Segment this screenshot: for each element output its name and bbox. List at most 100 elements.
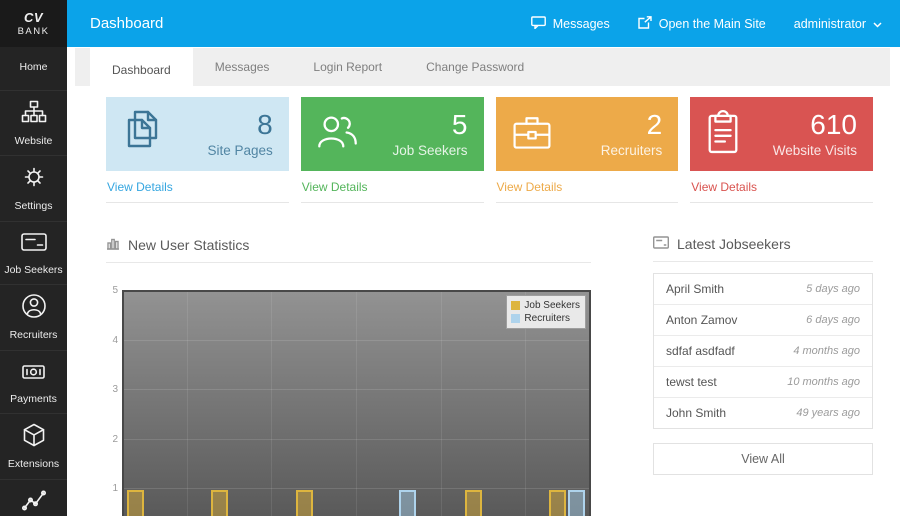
jobseekers-panel-title: Latest Jobseekers <box>677 236 791 252</box>
sidebar-item-home[interactable]: Home <box>0 47 67 90</box>
jobseeker-row: tewst test 10 months ago <box>654 367 872 398</box>
page-title: Dashboard <box>90 15 163 32</box>
chart-bar-job-seekers <box>211 490 228 516</box>
user-menu[interactable]: administrator <box>794 17 882 31</box>
sidebar-item-job-seekers[interactable]: Job Seekers <box>0 221 67 285</box>
message-bubble-icon <box>531 16 546 32</box>
chart-panel-header: New User Statistics <box>106 236 591 253</box>
chart-bar-job-seekers <box>127 490 144 516</box>
person-circle-icon <box>21 293 47 324</box>
list-card-icon <box>653 236 669 252</box>
tab-label: Dashboard <box>112 63 171 77</box>
stat-value: 610 <box>773 111 857 139</box>
divider <box>653 261 873 262</box>
tab-login-report[interactable]: Login Report <box>291 48 404 86</box>
stat-card-box: 610 Website Visits <box>690 97 873 171</box>
messages-link[interactable]: Messages <box>531 16 610 32</box>
jobseeker-row: April Smith 5 days ago <box>654 274 872 305</box>
sidebar-item-payments[interactable]: Payments <box>0 350 67 414</box>
topbar: Dashboard Messages Open the Main Site ad… <box>67 0 900 47</box>
app-logo: CV BANK <box>0 0 67 47</box>
sidebar-item-recruiters[interactable]: Recruiters <box>0 284 67 350</box>
jobseeker-row: John Smith 49 years ago <box>654 398 872 428</box>
sidebar-item-settings[interactable]: Settings <box>0 155 67 221</box>
stat-value: 2 <box>601 111 663 139</box>
gridline <box>356 292 357 516</box>
jobseeker-time: 10 months ago <box>787 376 860 388</box>
jobseekers-list: April Smith 5 days ago Anton Zamov 6 day… <box>653 273 873 429</box>
banknote-icon <box>20 359 47 388</box>
cube-icon <box>21 422 47 453</box>
stat-value: 8 <box>207 111 272 139</box>
tab-dashboard[interactable]: Dashboard <box>90 48 193 91</box>
chart-bar-job-seekers <box>465 490 482 516</box>
jobseeker-name: Anton Zamov <box>666 313 737 327</box>
tab-label: Change Password <box>426 60 524 74</box>
main-area: Dashboard Messages Open the Main Site ad… <box>67 0 900 516</box>
stat-value: 5 <box>392 111 467 139</box>
external-link-icon <box>638 16 652 32</box>
jobseeker-name: John Smith <box>666 406 726 420</box>
chart-panel-title: New User Statistics <box>128 237 249 253</box>
stat-card-box: 8 Site Pages <box>106 97 289 171</box>
chart-legend: Job Seekers Recruiters <box>506 295 586 329</box>
chart-bar-job-seekers <box>296 490 313 516</box>
gridline <box>187 292 188 516</box>
chart-bar-recruiters <box>568 490 585 516</box>
sidebar-item-label: Website <box>15 136 53 148</box>
bar-chart-icon <box>106 236 120 253</box>
open-main-site-link[interactable]: Open the Main Site <box>638 16 766 32</box>
view-details-link[interactable]: View Details <box>106 171 289 203</box>
legend-entry: Job Seekers <box>511 299 580 312</box>
open-main-site-label: Open the Main Site <box>659 17 766 31</box>
tab-bar: Dashboard Messages Login Report Change P… <box>75 48 890 86</box>
view-details-link[interactable]: View Details <box>690 171 873 203</box>
jobseeker-time: 5 days ago <box>806 283 860 295</box>
user-menu-label: administrator <box>794 17 866 31</box>
chart: 5 4 3 2 1 <box>106 290 591 516</box>
y-axis-tick: 4 <box>106 335 118 346</box>
view-all-button[interactable]: View All <box>653 443 873 475</box>
sidebar-item-statistics[interactable]: Statistics <box>0 479 67 516</box>
stat-card-recruiters: 2 Recruiters View Details <box>496 97 679 203</box>
stat-card-site-pages: 8 Site Pages View Details <box>106 97 289 203</box>
sidebar-item-label: Job Seekers <box>4 265 62 277</box>
legend-label: Job Seekers <box>524 299 580 312</box>
legend-entry: Recruiters <box>511 312 580 325</box>
stat-label: Job Seekers <box>392 143 467 158</box>
sidebar-item-extensions[interactable]: Extensions <box>0 413 67 479</box>
sidebar-item-label: Settings <box>15 201 53 213</box>
users-icon <box>315 112 361 157</box>
chart-bar-recruiters <box>399 490 416 516</box>
sidebar-item-website[interactable]: Website <box>0 90 67 156</box>
jobseeker-time: 4 months ago <box>793 345 860 357</box>
stat-label: Website Visits <box>773 143 857 158</box>
jobseeker-name: April Smith <box>666 282 724 296</box>
jobseeker-time: 6 days ago <box>806 314 860 326</box>
line-chart-icon <box>21 488 47 516</box>
sidebar-item-label: Home <box>19 62 47 74</box>
view-details-link[interactable]: View Details <box>496 171 679 203</box>
messages-label: Messages <box>553 17 610 31</box>
stat-cards-row: 8 Site Pages View Details 5 Job Seekers … <box>106 97 873 203</box>
y-axis-tick: 3 <box>106 384 118 395</box>
new-user-statistics-panel: New User Statistics 5 4 3 2 1 <box>106 236 591 516</box>
stat-label: Recruiters <box>601 143 663 158</box>
legend-label: Recruiters <box>524 312 570 325</box>
tab-label: Messages <box>215 60 270 74</box>
y-axis-tick: 1 <box>106 483 118 494</box>
stat-card-box: 5 Job Seekers <box>301 97 484 171</box>
jobseeker-time: 49 years ago <box>796 407 860 419</box>
stat-label: Site Pages <box>207 143 272 158</box>
stat-card-website-visits: 610 Website Visits View Details <box>690 97 873 203</box>
sidebar-item-label: Payments <box>10 394 57 406</box>
jobseeker-row: Anton Zamov 6 days ago <box>654 305 872 336</box>
stat-card-job-seekers: 5 Job Seekers View Details <box>301 97 484 203</box>
y-axis-tick: 5 <box>106 285 118 296</box>
view-details-link[interactable]: View Details <box>301 171 484 203</box>
briefcase-icon <box>510 111 554 158</box>
tab-messages[interactable]: Messages <box>193 48 292 86</box>
divider <box>106 262 591 263</box>
jobseekers-panel-header: Latest Jobseekers <box>653 236 873 252</box>
tab-change-password[interactable]: Change Password <box>404 48 546 86</box>
